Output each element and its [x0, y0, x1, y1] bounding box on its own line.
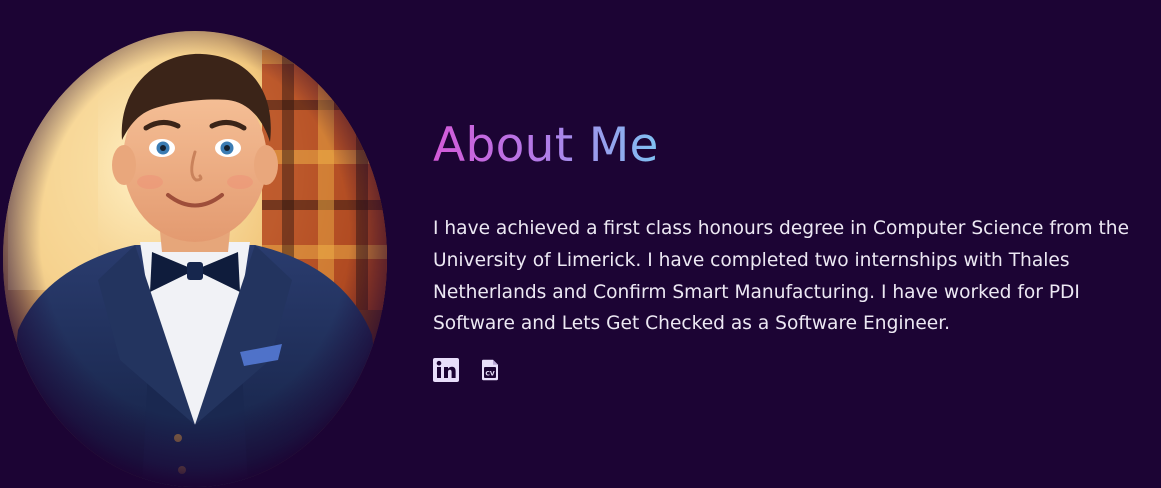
social-links: CV — [433, 358, 1133, 383]
about-content: About Me I have achieved a first class h… — [433, 110, 1133, 383]
portrait-illustration — [3, 31, 387, 487]
cv-link[interactable]: CV — [481, 359, 499, 381]
about-bio: I have achieved a first class honours de… — [433, 218, 1130, 335]
linkedin-icon — [433, 358, 459, 383]
cv-document-icon: CV — [482, 359, 498, 381]
profile-portrait — [0, 30, 390, 488]
linkedin-link[interactable] — [433, 358, 459, 383]
about-section: About Me I have achieved a first class h… — [0, 0, 1161, 488]
svg-text:CV: CV — [485, 371, 495, 378]
about-title: About Me — [433, 110, 659, 182]
